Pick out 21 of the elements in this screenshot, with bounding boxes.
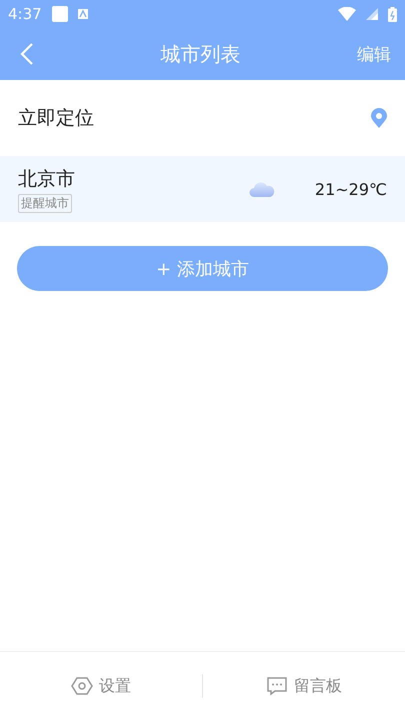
status-time: 4:37 bbox=[8, 5, 42, 23]
cloud-icon bbox=[248, 180, 275, 198]
notification-icon bbox=[52, 6, 68, 22]
bottom-tab[interactable]: 设置 bbox=[0, 674, 202, 698]
message-icon bbox=[266, 676, 288, 696]
city-name: 北京市 bbox=[18, 166, 75, 192]
city-tag: 提醒城市 bbox=[18, 194, 72, 212]
battery-icon bbox=[388, 6, 397, 22]
back-icon bbox=[20, 42, 34, 66]
page-title: 城市列表 bbox=[160, 40, 242, 68]
signal-icon bbox=[366, 8, 378, 20]
add-city-button[interactable]: + 添加城市 bbox=[17, 246, 388, 291]
wifi-icon bbox=[338, 7, 356, 21]
location-pin-icon[interactable] bbox=[371, 108, 387, 128]
locate-label[interactable]: 立即定位 bbox=[18, 105, 371, 131]
city-row[interactable]: 北京市 提醒城市 21~29℃ bbox=[0, 156, 405, 222]
app-icon bbox=[78, 9, 88, 19]
temperature: 21~29℃ bbox=[314, 180, 387, 198]
bottom-tab[interactable]: 留言板 bbox=[203, 674, 405, 698]
settings-icon bbox=[71, 675, 93, 697]
edit-button[interactable]: 编辑 bbox=[357, 42, 391, 66]
